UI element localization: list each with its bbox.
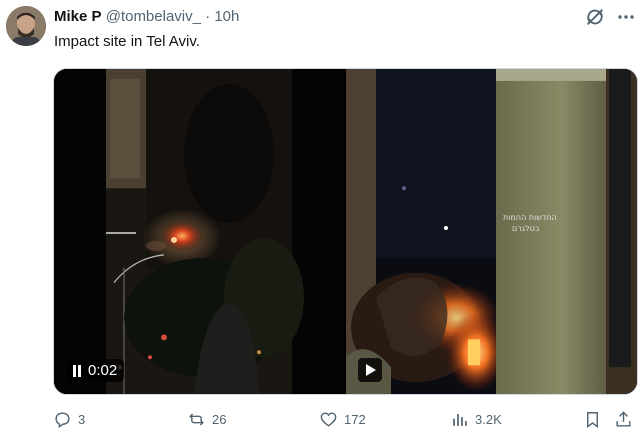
- like-count: 172: [344, 412, 366, 427]
- separator: ·: [205, 8, 211, 25]
- tweet-header: Mike P @tombelaviv_ · 10h: [54, 8, 239, 25]
- video-player-1[interactable]: 0:02: [54, 69, 344, 394]
- tweet-time[interactable]: 10h: [214, 8, 239, 25]
- repost-icon: [189, 413, 204, 426]
- views-button[interactable]: 3.2K: [450, 410, 502, 429]
- watermark-line1: החדשות החמות: [503, 213, 557, 222]
- reply-button[interactable]: 3: [53, 410, 85, 429]
- repost-count: 26: [212, 412, 227, 427]
- more-icon[interactable]: [616, 7, 636, 27]
- play-button[interactable]: [358, 358, 382, 382]
- avatar[interactable]: [6, 6, 46, 46]
- bookmark-button[interactable]: [583, 410, 602, 429]
- views-icon: [453, 413, 467, 426]
- grok-icon[interactable]: [584, 6, 606, 28]
- video-time-label: 0:02: [88, 362, 118, 379]
- share-icon: [616, 411, 631, 427]
- bookmark-icon: [587, 412, 598, 429]
- author-name[interactable]: Mike P: [54, 8, 102, 25]
- watermark-line2: בטלגרם: [512, 224, 540, 233]
- share-button[interactable]: [614, 410, 633, 429]
- view-count: 3.2K: [475, 412, 502, 427]
- action-bar: 3 26 172 3.2K: [0, 410, 640, 432]
- heart-icon: [320, 412, 337, 427]
- video-player-2[interactable]: החדשות החמות בטלגרם: [346, 69, 637, 394]
- reply-count: 3: [78, 412, 86, 427]
- pause-icon[interactable]: [72, 364, 82, 377]
- author-handle[interactable]: @tombelaviv_: [106, 8, 201, 25]
- media-grid: 0:02 החדשות החמות בטלגרם: [53, 68, 638, 395]
- video-timestamp[interactable]: 0:02: [66, 359, 125, 382]
- repost-button[interactable]: 26: [187, 410, 226, 429]
- tweet-text: Impact site in Tel Aviv.: [54, 33, 200, 50]
- play-icon: [366, 364, 376, 376]
- reply-icon: [55, 412, 70, 428]
- like-button[interactable]: 172: [319, 410, 366, 429]
